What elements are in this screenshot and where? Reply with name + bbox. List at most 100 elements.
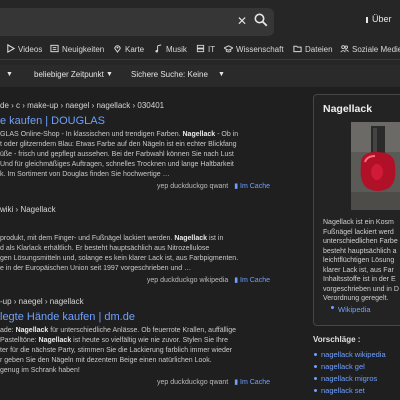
snippet-line: d als Klarlack erhältlich. Er besteht ha… bbox=[0, 245, 210, 252]
infobox-line: besteht hauptsächlich a bbox=[323, 247, 397, 255]
infobox-line: leichtflüchtigen Lösung bbox=[323, 257, 395, 264]
infobox-line: Inhaltsstoffe ist in der E bbox=[323, 276, 396, 283]
result-url[interactable]: de › c › make-up › naegel › nagellack › … bbox=[0, 101, 270, 112]
bullet-icon bbox=[314, 365, 317, 368]
tab-videos[interactable]: Videos bbox=[6, 43, 43, 54]
infobox-line: klarer Lack ist, aus Far bbox=[323, 266, 394, 274]
search-icon[interactable] bbox=[254, 13, 268, 27]
result-url[interactable]: wiki › Nagellack bbox=[0, 205, 270, 216]
result-snippet: produkt, mit dem Finger- und Fußnägel la… bbox=[0, 234, 268, 274]
snippet-line: e in der Europäischen Union seit 1997 vo… bbox=[0, 265, 192, 272]
search-input[interactable] bbox=[0, 8, 274, 36]
graduation-cap-icon bbox=[222, 45, 235, 53]
cache-link[interactable]: ▮ Im Cache bbox=[234, 277, 270, 284]
about-label: Über bbox=[372, 14, 392, 24]
nail-polish-image bbox=[351, 122, 400, 210]
result-title[interactable]: legte Hände kaufen | dm.de bbox=[0, 311, 270, 325]
result-title[interactable] bbox=[0, 219, 270, 233]
time-chevron-down-icon[interactable]: ▼ bbox=[106, 71, 113, 78]
tab-label: Neuigkeiten bbox=[62, 45, 105, 54]
people-icon bbox=[340, 45, 349, 53]
tab-label: IT bbox=[208, 45, 216, 54]
snippet-line: GLAS Online-Shop - In klassischen und tr… bbox=[0, 131, 239, 138]
snippet-line: üße - frisch und gepflegt aussehen. Bei … bbox=[0, 151, 234, 158]
infobox-line: Fußnägel lackiert werd bbox=[323, 228, 394, 236]
suggestion-link[interactable]: nagellack wikipedia bbox=[314, 350, 386, 359]
newspaper-icon bbox=[50, 44, 59, 53]
search-result: wiki › Nagellack produkt, mit dem Finger… bbox=[0, 205, 270, 286]
close-icon[interactable]: ✕ bbox=[237, 14, 247, 28]
search-result: de › c › make-up › naegel › nagellack › … bbox=[0, 101, 270, 192]
about-link[interactable]: Über bbox=[366, 14, 392, 24]
snippet-line: gen Lösungsmitteln und, solange es kein … bbox=[0, 255, 239, 262]
result-meta: yep duckduckgo qwant ▮ Im Cache bbox=[0, 182, 270, 192]
snippet-line: k. Im Sortiment von Douglas finden Sie h… bbox=[0, 171, 170, 178]
tab-label: Videos bbox=[18, 45, 43, 54]
suggestion-link[interactable]: nagellack set bbox=[314, 386, 365, 395]
result-meta: yep duckduckgo qwant ▮ Im Cache bbox=[0, 378, 270, 388]
cache-label: Im Cache bbox=[240, 183, 270, 190]
bullet-icon bbox=[314, 377, 317, 380]
infobox-title: Nagellack bbox=[323, 103, 373, 115]
result-title[interactable]: e kaufen | DOUGLAS bbox=[0, 115, 270, 129]
tab-it[interactable]: IT bbox=[196, 44, 215, 54]
play-icon bbox=[7, 43, 16, 54]
folder-icon bbox=[293, 45, 302, 53]
wikipedia-link[interactable]: Wikipedia bbox=[338, 305, 371, 314]
tab-music[interactable]: Musik bbox=[154, 44, 187, 54]
infobox-line: vorgeschrieben und in D bbox=[323, 285, 399, 293]
tab-files[interactable]: Dateien bbox=[293, 44, 333, 54]
server-icon bbox=[196, 44, 205, 53]
snippet-line: t oder glitzerndem Blau: Etwas Farbe auf… bbox=[0, 141, 237, 148]
tab-label: Musik bbox=[166, 45, 187, 54]
tab-map[interactable]: Karte bbox=[113, 44, 144, 54]
infobox-line: unterschiedlichen Farbe bbox=[323, 238, 398, 245]
cache-label: Im Cache bbox=[240, 277, 270, 284]
tab-label: Dateien bbox=[305, 45, 333, 54]
suggestion-link[interactable]: nagellack migros bbox=[314, 374, 377, 383]
result-engines: yep duckduckgo qwant bbox=[157, 379, 229, 386]
result-engines: yep duckduckgo qwant bbox=[157, 183, 229, 190]
map-pin-icon bbox=[114, 45, 121, 53]
snippet-line: Und für gleichmäßiges Auftragen, schnell… bbox=[0, 161, 234, 168]
cache-link[interactable]: ▮ Im Cache bbox=[234, 183, 270, 190]
result-engines: yep duckduckgo wikipedia bbox=[146, 277, 229, 284]
suggestion-label: nagellack migros bbox=[321, 374, 378, 383]
safe-search-filter[interactable]: Sichere Suche: Keine bbox=[131, 70, 208, 79]
suggestion-label: nagellack wikipedia bbox=[321, 350, 386, 359]
music-icon bbox=[155, 44, 162, 53]
tab-label: Karte bbox=[125, 45, 145, 54]
snippet-line: ade: Nagellack für unterschiedliche Anlä… bbox=[0, 327, 237, 334]
result-snippet: ade: Nagellack für unterschiedliche Anlä… bbox=[0, 326, 268, 376]
tab-label: Soziale Medien bbox=[352, 45, 400, 54]
search-result: -up › naegel › nagellack legte Hände kau… bbox=[0, 297, 270, 388]
tab-label: Wissenschaft bbox=[236, 45, 284, 54]
safe-chevron-down-icon[interactable]: ▼ bbox=[218, 71, 225, 78]
cache-link[interactable]: ▮ Im Cache bbox=[234, 379, 270, 386]
menu-icon bbox=[366, 16, 368, 23]
suggestions-heading: Vorschläge : bbox=[313, 335, 361, 344]
snippet-line: produkt, mit dem Finger- und Fußnägel la… bbox=[0, 235, 224, 242]
suggestion-link[interactable]: nagellack gel bbox=[314, 362, 365, 371]
bullet-icon bbox=[314, 353, 317, 356]
snippet-line: r geben Sie den Nägeln mit dezentem Beig… bbox=[0, 357, 212, 364]
snippet-line: genug im Schrank haben! bbox=[0, 367, 80, 374]
infobox-line: Verordnung geregelt. bbox=[323, 295, 389, 302]
suggestion-label: nagellack set bbox=[321, 386, 365, 395]
suggestion-label: nagellack gel bbox=[321, 362, 365, 371]
result-url[interactable]: -up › naegel › nagellack bbox=[0, 297, 270, 308]
result-meta: yep duckduckgo wikipedia ▮ Im Cache bbox=[0, 276, 270, 286]
bullet-icon bbox=[314, 389, 317, 392]
time-filter[interactable]: beliebiger Zeitpunkt bbox=[34, 70, 104, 79]
tab-science[interactable]: Wissenschaft bbox=[222, 44, 284, 54]
tab-news[interactable]: Neuigkeiten bbox=[50, 44, 104, 54]
tab-social-media[interactable]: Soziale Medien bbox=[340, 44, 400, 54]
bullet-icon bbox=[331, 306, 334, 309]
snippet-line: Pastelltöne: Nagellack ist heute so viel… bbox=[0, 337, 229, 344]
snippet-line: ter für die nächste Party, stimmen Sie d… bbox=[0, 347, 233, 354]
infobox-line: Nagellack ist ein Kosm bbox=[323, 219, 394, 226]
cache-label: Im Cache bbox=[240, 379, 270, 386]
header-divider bbox=[0, 59, 400, 60]
region-dropdown-chevron-icon[interactable]: ▼ bbox=[6, 71, 13, 78]
infobox: Nagellack Nagellack ist ein Kosm Fußnäge… bbox=[313, 94, 400, 326]
